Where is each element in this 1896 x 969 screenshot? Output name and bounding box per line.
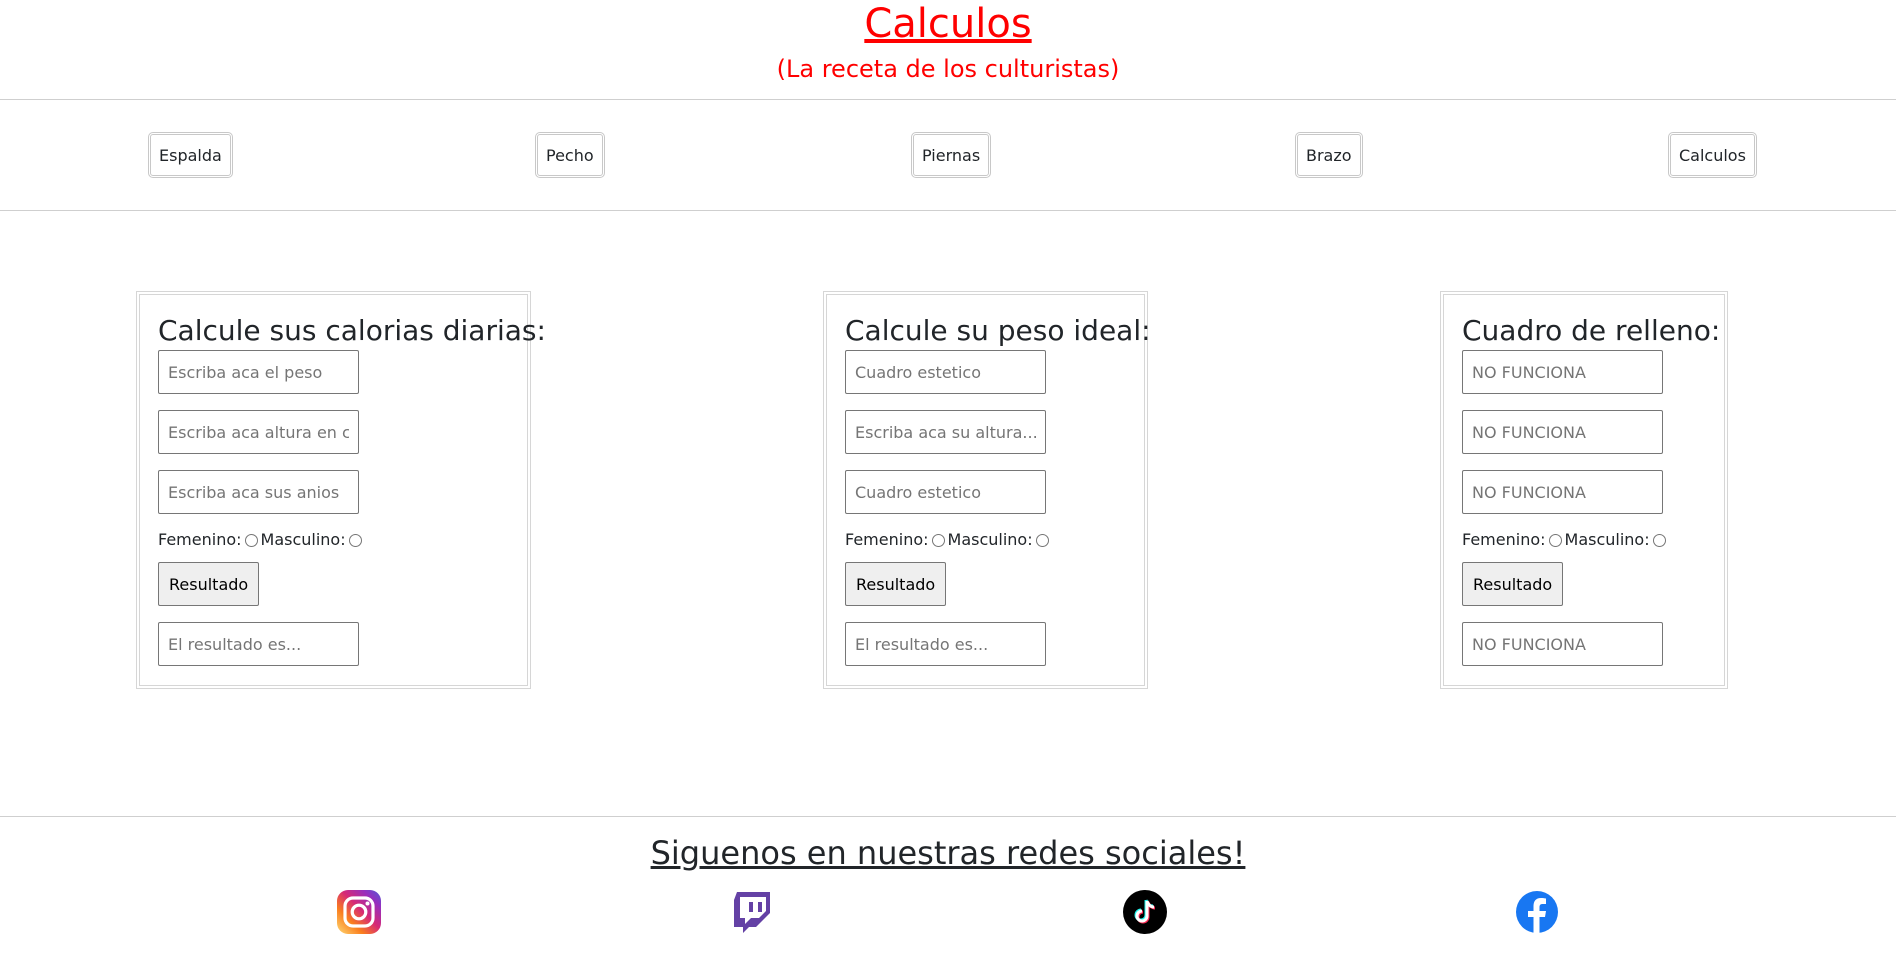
footer: Siguenos en nuestras redes sociales! [0,816,1896,969]
male-label: Masculino: [260,530,346,549]
female-radio[interactable] [1548,533,1562,547]
nav-button-calculos[interactable]: Calculos [1668,132,1757,178]
aesthetic-input-2[interactable] [845,470,1046,514]
card-title: Calcule su peso ideal: [845,314,1151,347]
page-title: Calculos [864,1,1032,47]
height-input[interactable] [158,410,359,454]
filler-card: Cuadro de relleno: Femenino: Masculino: … [1440,291,1728,689]
male-radio[interactable] [1035,533,1049,547]
nav-button-piernas[interactable]: Piernas [911,132,992,178]
instagram-icon[interactable] [336,889,382,935]
gender-row: Femenino: Masculino: [1462,530,1706,550]
ideal-weight-card: Calcule su peso ideal: Femenino: Masculi… [823,291,1151,689]
gender-row: Femenino: Masculino: [158,530,509,550]
nav-button-espalda[interactable]: Espalda [148,132,233,178]
filler-input-1[interactable] [1462,350,1663,394]
male-radio[interactable] [348,533,362,547]
female-label: Femenino: [158,530,242,549]
age-input[interactable] [158,470,359,514]
female-label: Femenino: [845,530,929,549]
weight-input[interactable] [158,350,359,394]
page-subtitle: (La receta de los culturistas) [776,55,1120,83]
female-label: Femenino: [1462,530,1546,549]
male-radio[interactable] [1652,533,1666,547]
female-radio[interactable] [244,533,258,547]
result-field[interactable] [158,622,359,666]
tiktok-icon[interactable] [1122,889,1168,935]
nav-button-brazo[interactable]: Brazo [1295,132,1363,178]
card-title: Calcule sus calorias diarias: [158,314,546,347]
facebook-icon[interactable] [1514,889,1560,935]
result-button[interactable]: Resultado [1462,562,1564,606]
male-label: Masculino: [1564,530,1650,549]
result-button[interactable]: Resultado [845,562,947,606]
aesthetic-input[interactable] [845,350,1046,394]
calories-card: Calcule sus calorias diarias: Femenino: … [136,291,546,689]
male-label: Masculino: [947,530,1033,549]
gender-row: Femenino: Masculino: [845,530,1126,550]
nav-bar: Espalda Pecho Piernas Brazo Calculos [0,100,1896,211]
nav-button-pecho[interactable]: Pecho [535,132,605,178]
twitch-icon[interactable] [730,889,776,935]
result-field[interactable] [1462,622,1663,666]
footer-title: Siguenos en nuestras redes sociales! [650,834,1246,872]
filler-input-3[interactable] [1462,470,1663,514]
card-title: Cuadro de relleno: [1462,314,1721,347]
filler-input-2[interactable] [1462,410,1663,454]
female-radio[interactable] [931,533,945,547]
height-input[interactable] [845,410,1046,454]
page-header: Calculos (La receta de los culturistas) [0,0,1896,100]
result-field[interactable] [845,622,1046,666]
result-button[interactable]: Resultado [158,562,260,606]
